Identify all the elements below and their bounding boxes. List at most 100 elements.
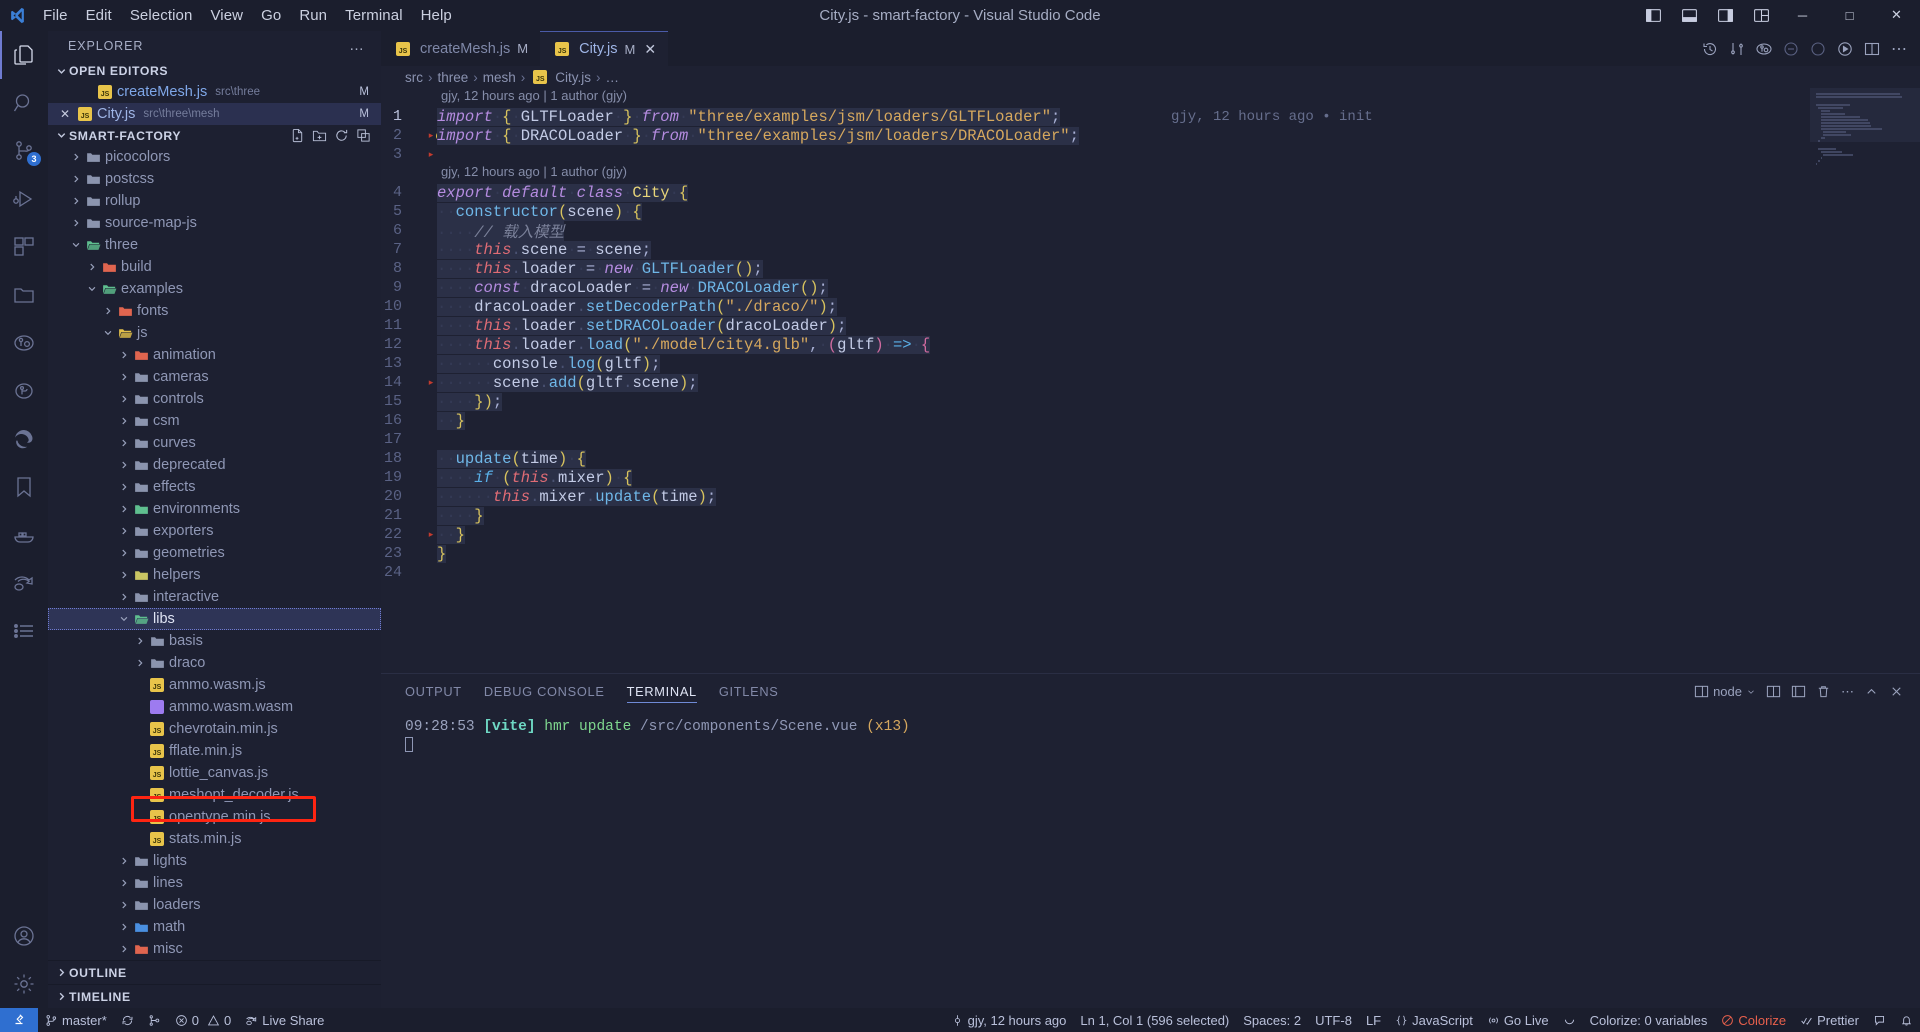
code-row[interactable]: 20 ······this.mixer.update(time); — [381, 487, 1810, 506]
menu-help[interactable]: Help — [412, 0, 461, 30]
status-feedback[interactable] — [1866, 1008, 1893, 1032]
status-live-share[interactable]: Live Share — [238, 1008, 331, 1032]
tree-item-picocolors[interactable]: picocolors — [48, 146, 381, 168]
code-lens[interactable]: gjy, 12 hours ago | 1 author (gjy) — [381, 164, 1810, 183]
tree-item-draco[interactable]: draco — [48, 652, 381, 674]
chevron-right-icon[interactable] — [117, 548, 131, 558]
status-indentation[interactable]: Spaces: 2 — [1236, 1008, 1308, 1032]
menu-selection[interactable]: Selection — [121, 0, 202, 30]
menu-edit[interactable]: Edit — [77, 0, 121, 30]
code-row[interactable]: 6 ····// 载入模型 — [381, 219, 1810, 242]
status-encoding[interactable]: UTF-8 — [1308, 1008, 1359, 1032]
tree-item-lines[interactable]: lines — [48, 872, 381, 894]
activity-edge-tools[interactable] — [0, 415, 48, 463]
tree-item-deprecated[interactable]: deprecated — [48, 454, 381, 476]
panel-more-icon[interactable]: ⋯ — [1837, 680, 1858, 704]
tree-item-fflate-min-js[interactable]: JS fflate.min.js — [48, 740, 381, 762]
tree-item-examples[interactable]: examples — [48, 278, 381, 300]
breadcrumb-item[interactable]: … — [606, 70, 620, 85]
new-file-icon[interactable] — [287, 126, 307, 146]
code-row[interactable]: 15 ····}); — [381, 392, 1810, 411]
tree-item-meshopt-decoder-js[interactable]: JS meshopt_decoder.js — [48, 784, 381, 806]
code-row[interactable]: 24 — [381, 563, 1810, 582]
chevron-down-icon[interactable] — [101, 328, 115, 338]
status-colorize[interactable]: Colorize — [1714, 1008, 1793, 1032]
section-outline[interactable]: OUTLINE — [48, 960, 381, 984]
fold-marker[interactable]: ▸ — [425, 149, 437, 160]
terminal-output[interactable]: 09:28:53 [vite] hmr update /src/componen… — [381, 709, 1920, 1008]
tree-item-cameras[interactable]: cameras — [48, 366, 381, 388]
menu-terminal[interactable]: Terminal — [336, 0, 411, 30]
code-row[interactable]: 8 ····this.loader·=·new·GLTFLoader(); — [381, 259, 1810, 278]
tree-item-lights[interactable]: lights — [48, 850, 381, 872]
code-row[interactable]: 7 ····this.scene·=·scene; — [381, 240, 1810, 259]
chevron-right-icon[interactable] — [117, 438, 131, 448]
code-row[interactable]: 17 — [381, 430, 1810, 449]
tree-item-lottie-canvas-js[interactable]: JS lottie_canvas.js — [48, 762, 381, 784]
chevron-right-icon[interactable] — [69, 218, 83, 228]
code-row[interactable]: 12 ····this.loader.load("./model/city4.g… — [381, 335, 1810, 354]
remote-indicator[interactable] — [0, 1008, 38, 1032]
status-problems[interactable]: 0 0 — [168, 1008, 238, 1032]
split-down-icon[interactable] — [1778, 34, 1804, 64]
tree-item-postcss[interactable]: postcss — [48, 168, 381, 190]
status-eol[interactable]: LF — [1359, 1008, 1388, 1032]
breadcrumb-item[interactable]: City.js — [555, 70, 591, 85]
code-row[interactable]: 13 ······console.log(gltf); — [381, 354, 1810, 373]
chevron-right-icon[interactable] — [117, 526, 131, 536]
tree-item-environments[interactable]: environments — [48, 498, 381, 520]
section-smart-factory[interactable]: SMART-FACTORY — [48, 125, 381, 146]
menu-file[interactable]: File — [34, 0, 77, 30]
chevron-right-icon[interactable] — [117, 460, 131, 470]
chevron-right-icon[interactable] — [117, 592, 131, 602]
chevron-right-icon[interactable] — [117, 416, 131, 426]
chevron-right-icon[interactable] — [117, 900, 131, 910]
chevron-right-icon[interactable] — [117, 878, 131, 888]
activity-source-control[interactable]: 3 — [0, 127, 48, 175]
tree-item-animation[interactable]: animation — [48, 344, 381, 366]
code-row[interactable]: 18 ··update(time)·{ — [381, 449, 1810, 468]
toggle-secondary-sidebar-icon[interactable] — [1707, 0, 1743, 30]
toggle-panel-icon[interactable] — [1671, 0, 1707, 30]
menu-go[interactable]: Go — [252, 0, 290, 30]
fold-marker[interactable]: ▸ — [425, 529, 437, 540]
status-git-blame[interactable]: gjy, 12 hours ago — [944, 1008, 1074, 1032]
tree-item-basis[interactable]: basis — [48, 630, 381, 652]
activity-explorer[interactable] — [0, 31, 48, 79]
chevron-right-icon[interactable] — [117, 394, 131, 404]
tree-item-ammo-wasm-js[interactable]: JS ammo.wasm.js — [48, 674, 381, 696]
chevron-right-icon[interactable] — [117, 504, 131, 514]
menu-run[interactable]: Run — [290, 0, 336, 30]
activity-settings[interactable] — [0, 960, 48, 1008]
tree-item-build[interactable]: build — [48, 256, 381, 278]
panel-tab-terminal[interactable]: TERMINAL — [626, 674, 698, 709]
trash-icon[interactable] — [1812, 680, 1835, 704]
open-editor-createmesh[interactable]: JS createMesh.js src\three M — [48, 81, 381, 103]
code-row[interactable]: 16 ··} — [381, 411, 1810, 430]
breadcrumb-item[interactable]: three — [438, 70, 469, 85]
activity-bookmarks[interactable] — [0, 463, 48, 511]
breadcrumb-item[interactable]: src — [405, 70, 423, 85]
refresh-icon[interactable] — [331, 126, 351, 146]
code-row[interactable]: 5 ··constructor(scene)·{ — [381, 202, 1810, 221]
code-row[interactable]: 11 ····this.loader.setDRACOLoader(dracoL… — [381, 316, 1810, 335]
tree-item-fonts[interactable]: fonts — [48, 300, 381, 322]
maximize-button[interactable]: □ — [1826, 0, 1873, 31]
activity-live-share[interactable] — [0, 559, 48, 607]
tree-item-rollup[interactable]: rollup — [48, 190, 381, 212]
code-row[interactable]: 14 ▸ ······scene.add(gltf.scene); — [381, 373, 1810, 392]
status-gitlens[interactable] — [141, 1008, 168, 1032]
open-changes-icon[interactable] — [1724, 34, 1750, 64]
status-colorize-count[interactable]: Colorize: 0 variables — [1583, 1008, 1715, 1032]
circle-icon[interactable] — [1805, 34, 1831, 64]
tree-item-geometries[interactable]: geometries — [48, 542, 381, 564]
menu-bar[interactable]: File Edit Selection View Go Run Terminal… — [34, 0, 461, 30]
code-editor[interactable]: gjy, 12 hours ago | 1 author (gjy) 1 imp… — [381, 88, 1920, 673]
tree-item-loaders[interactable]: loaders — [48, 894, 381, 916]
code-lens[interactable]: gjy, 12 hours ago | 1 author (gjy) — [381, 88, 1810, 107]
tree-item-misc[interactable]: misc — [48, 938, 381, 960]
collapse-all-icon[interactable] — [353, 126, 373, 146]
activity-gitlens[interactable] — [0, 319, 48, 367]
tree-item-csm[interactable]: csm — [48, 410, 381, 432]
tree-item-controls[interactable]: controls — [48, 388, 381, 410]
